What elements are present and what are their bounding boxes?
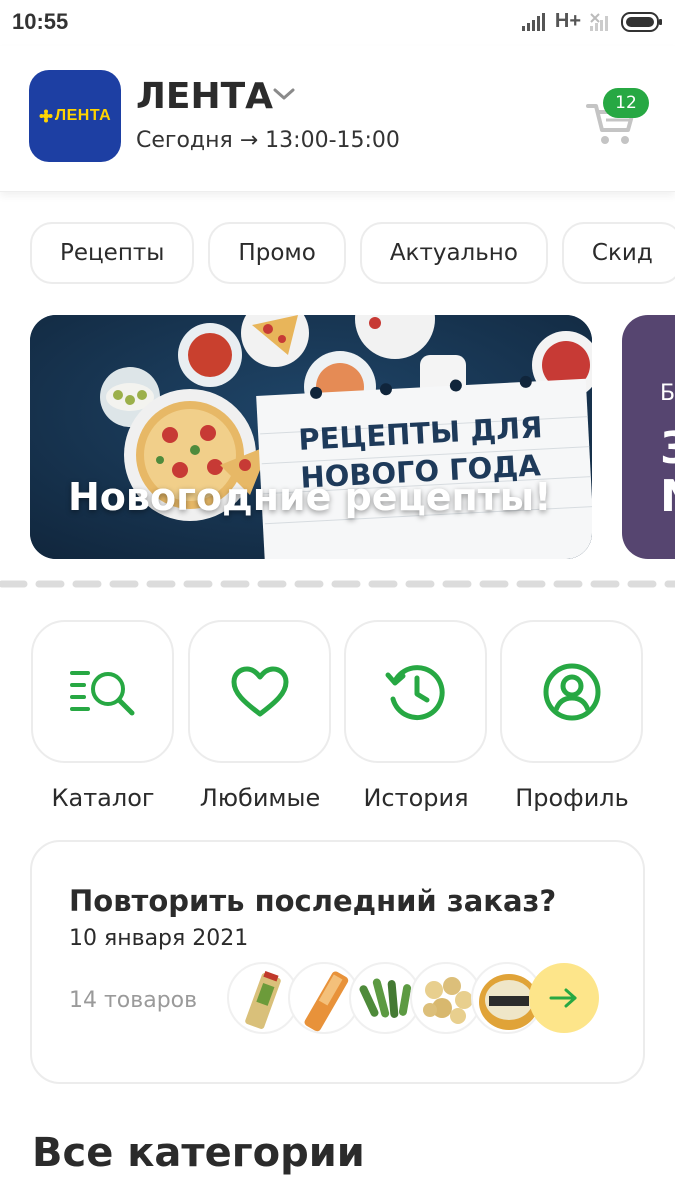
- all-categories-title: Все категории: [32, 1130, 365, 1176]
- cart-count-badge: 12: [603, 88, 649, 118]
- delivery-slot[interactable]: Сегодня → 13:00-15:00: [136, 128, 400, 153]
- history-icon: [385, 664, 445, 720]
- carousel-indicator: [0, 580, 675, 588]
- profile-label: Профиль: [515, 784, 629, 812]
- banner-illustration: РЕЦЕПТЫ ДЛЯ НОВОГО ГОДА: [30, 315, 592, 559]
- logo-text: ЛЕНТА: [54, 107, 112, 124]
- repeat-order-button[interactable]: [529, 963, 599, 1033]
- flower-icon: [39, 109, 53, 123]
- store-logo[interactable]: ЛЕНТА: [29, 70, 121, 162]
- history-label: История: [363, 784, 469, 812]
- banner-next-big-1: 3: [660, 423, 675, 474]
- heart-icon: [231, 666, 288, 716]
- favorites-button[interactable]: [188, 620, 331, 763]
- chevron-down-icon[interactable]: [272, 86, 296, 102]
- promo-banner-next[interactable]: Б 3 N: [622, 315, 675, 559]
- repeat-order-card[interactable]: Повторить последний заказ? 10 января 202…: [30, 840, 645, 1084]
- chip-recipes[interactable]: Рецепты: [30, 222, 195, 284]
- network-type: H+: [554, 10, 581, 32]
- history-button[interactable]: [344, 620, 487, 763]
- catalog-search-icon: [69, 670, 134, 715]
- banner-title: Новогодние рецепты!: [68, 475, 552, 519]
- category-chips: Рецепты Промо Актуально Скид: [30, 222, 675, 284]
- battery-icon: [621, 11, 662, 32]
- profile-icon: [543, 663, 600, 720]
- signal-2-icon: [590, 12, 608, 31]
- repeat-order-date: 10 января 2021: [69, 926, 249, 951]
- chip-actual[interactable]: Актуально: [359, 222, 548, 284]
- catalog-label: Каталог: [51, 784, 155, 812]
- favorites-label: Любимые: [199, 784, 321, 812]
- banner-next-text-small: Б: [660, 381, 675, 406]
- repeat-order-title: Повторить последний заказ?: [69, 884, 557, 918]
- catalog-button[interactable]: [31, 620, 174, 763]
- arrow-right-icon: [549, 988, 577, 1008]
- status-icons: H+: [521, 10, 663, 33]
- promo-banner[interactable]: РЕЦЕПТЫ ДЛЯ НОВОГО ГОДА Новогодние рецеп…: [30, 315, 592, 559]
- status-time: 10:55: [12, 9, 69, 34]
- profile-button[interactable]: [500, 620, 643, 763]
- banner-next-text-big: 3 N: [660, 425, 675, 521]
- chip-discounts[interactable]: Скид: [561, 222, 675, 284]
- banner-next-big-2: N: [660, 471, 675, 522]
- chip-promo[interactable]: Промо: [208, 222, 346, 284]
- signal-icon: [521, 12, 545, 31]
- repeat-order-count: 14 товаров: [69, 988, 198, 1013]
- store-selector[interactable]: ЛЕНТА: [136, 76, 273, 117]
- status-bar: 10:55 H+: [0, 0, 675, 46]
- app-header: ЛЕНТА ЛЕНТА Сегодня → 13:00-15:00 12: [0, 46, 675, 192]
